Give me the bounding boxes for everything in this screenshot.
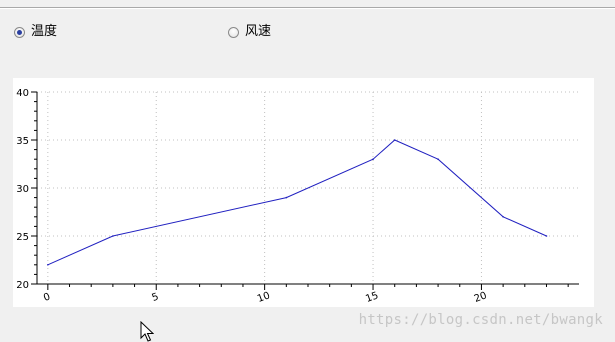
x-tick-label-3: 15 xyxy=(364,290,380,305)
top-separator xyxy=(0,7,615,9)
line-chart: 20 25 30 35 40 0 5 10 15 20 xyxy=(16,88,579,305)
x-tick-label-2: 10 xyxy=(256,290,272,305)
x-tick-label-4: 20 xyxy=(473,290,489,305)
data-point-1 xyxy=(112,235,114,237)
x-tick-label-1: 5 xyxy=(151,291,161,304)
data-point-4 xyxy=(393,139,396,141)
y-tick-label-2: 30 xyxy=(16,184,29,195)
x-tick-label-0: 0 xyxy=(42,291,52,304)
watermark: https://blog.csdn.net/bwangk xyxy=(358,312,603,328)
data-point-6 xyxy=(502,216,504,218)
series-line-0 xyxy=(47,139,547,266)
data-point-5 xyxy=(437,158,439,160)
y-tick-label-1: 25 xyxy=(16,232,29,243)
plot-panel: 20 25 30 35 40 0 5 10 15 20 xyxy=(13,78,594,307)
data-point-0 xyxy=(47,264,49,266)
y-tick-label-3: 35 xyxy=(16,136,29,147)
data-point-2 xyxy=(285,196,288,199)
data-point-7 xyxy=(545,235,548,237)
mouse-cursor-icon xyxy=(140,321,154,342)
radio-wind-speed-indicator[interactable] xyxy=(228,26,239,38)
radio-wind-speed[interactable]: 风速 xyxy=(228,25,271,39)
y-tick-label-4: 40 xyxy=(16,88,29,99)
radio-temperature[interactable]: 温度 xyxy=(14,25,57,39)
radio-temperature-label: 温度 xyxy=(31,24,58,39)
radio-temperature-indicator[interactable] xyxy=(14,26,25,38)
y-tick-label-0: 20 xyxy=(16,280,29,291)
data-point-3 xyxy=(372,158,374,160)
radio-wind-speed-label: 风速 xyxy=(245,24,272,39)
